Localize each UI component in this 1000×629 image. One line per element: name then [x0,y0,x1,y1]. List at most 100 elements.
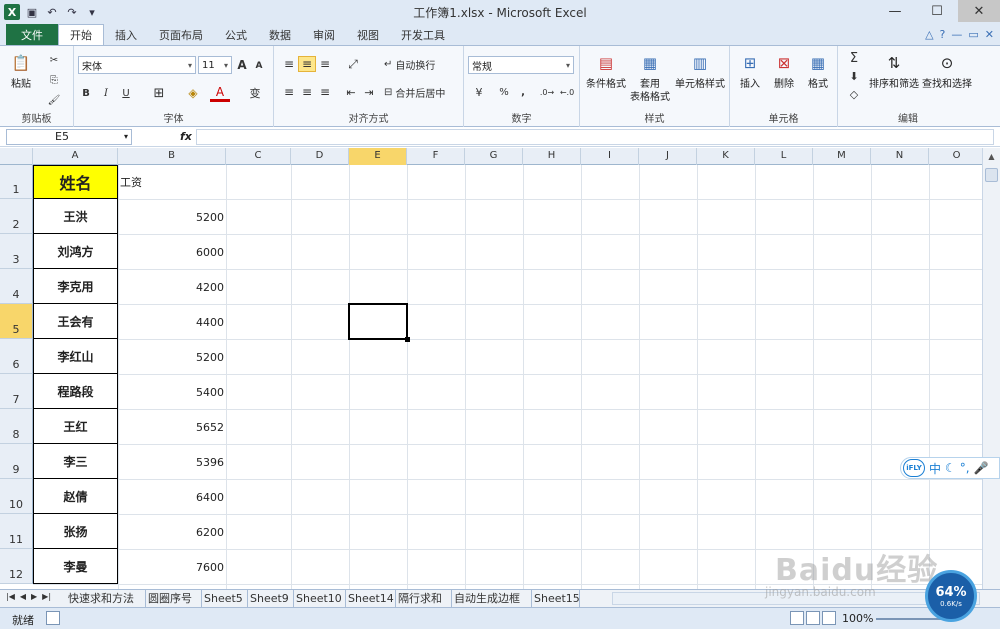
customize-toolbar-icon[interactable]: ▾ [84,4,100,20]
increase-indent-icon[interactable]: ⇥ [360,84,378,100]
column-header-h[interactable]: H [523,148,581,165]
minimize-button[interactable]: — [874,0,916,22]
worksheet-grid[interactable]: 1 姓名 工资 2 王洪 5200 3 刘鸿方 6000 4 李克用 4200 5 王会有 4400 6 李红山… [0,165,982,589]
column-header-k[interactable]: K [697,148,755,165]
align-left-icon[interactable]: ≡ [280,84,298,100]
cut-icon[interactable]: ✂ [44,52,64,68]
comma-button[interactable]: , [516,84,530,100]
name-cell[interactable]: 李三 [33,443,118,479]
wrap-text-button[interactable]: ↵ 自动换行 [384,56,460,72]
doc-minimize-icon[interactable]: — [951,28,962,41]
column-header-o[interactable]: O [929,148,985,165]
tab-formulas[interactable]: 公式 [214,24,258,45]
column-header-n[interactable]: N [871,148,929,165]
excel-logo-icon[interactable]: X [4,4,20,20]
underline-button[interactable]: U [118,84,134,102]
salary-cell[interactable]: 5400 [118,386,226,400]
grow-font-button[interactable]: A [234,56,250,74]
increase-decimal-icon[interactable]: .0→ [538,84,556,100]
tab-page-layout[interactable]: 页面布局 [148,24,214,45]
paste-button[interactable]: 📋 粘贴 [8,50,34,91]
undo-icon[interactable]: ↶ [44,4,60,20]
row-header[interactable]: 3 [0,234,33,269]
decrease-indent-icon[interactable]: ⇤ [342,84,360,100]
column-header-g[interactable]: G [465,148,523,165]
salary-cell[interactable]: 5200 [118,211,226,225]
phonetic-guide-icon[interactable]: 变 [244,84,266,102]
bold-button[interactable]: B [78,84,94,102]
row-header[interactable]: 2 [0,199,33,234]
network-speed-widget[interactable]: 64% 0.6K/s [925,570,977,622]
number-format-select[interactable]: 常规 ▾ [468,56,574,74]
first-sheet-icon[interactable]: |◀ [6,592,15,601]
column-header-c[interactable]: C [226,148,291,165]
shrink-font-button[interactable]: A [252,58,266,74]
sheet-tab[interactable]: Sheet9 [248,590,294,607]
active-cell[interactable] [348,303,410,342]
copy-icon[interactable]: ⎘ [44,72,64,88]
chinese-mode-icon[interactable]: 中 [929,460,941,477]
row-header[interactable]: 6 [0,339,33,374]
row-header[interactable]: 5 [0,304,33,339]
find-select-button[interactable]: ⊙ 查找和选择 [920,50,974,91]
salary-cell[interactable]: 5652 [118,421,226,435]
font-size-select[interactable]: 11 ▾ [198,56,232,74]
help-icon[interactable]: ? [940,28,946,41]
doc-close-icon[interactable]: ✕ [985,28,994,41]
tab-data[interactable]: 数据 [258,24,302,45]
name-cell[interactable]: 王红 [33,408,118,444]
salary-cell[interactable]: 7600 [118,561,226,575]
name-cell[interactable]: 赵倩 [33,478,118,514]
microphone-icon[interactable]: 🎤 [974,461,989,475]
row-header[interactable]: 12 [0,549,33,584]
sheet-tab[interactable]: 圆圈序号 [146,590,202,607]
doc-restore-icon[interactable]: ▭ [968,28,978,41]
zoom-slider[interactable] [876,618,946,620]
column-header-b[interactable]: B [118,148,226,165]
column-header-d[interactable]: D [291,148,349,165]
autosum-icon[interactable]: Σ [842,50,866,66]
page-layout-view-icon[interactable] [806,611,820,625]
ifly-input-toolbar[interactable]: iFLY 中 ☾ °, 🎤 [900,457,1000,479]
row-header[interactable]: 9 [0,444,33,479]
scroll-thumb[interactable] [985,168,998,182]
row-header[interactable]: 1 [0,165,33,199]
salary-cell[interactable]: 4200 [118,281,226,295]
name-cell[interactable]: 王洪 [33,198,118,234]
currency-icon[interactable]: ¥ [468,84,490,100]
next-sheet-icon[interactable]: ▶ [31,592,37,601]
column-header-j[interactable]: J [639,148,697,165]
tab-review[interactable]: 审阅 [302,24,346,45]
page-break-view-icon[interactable] [822,611,836,625]
font-color-icon[interactable]: A [210,84,230,102]
delete-cells-button[interactable]: ⊠ 删除 [768,50,800,91]
align-center-icon[interactable]: ≡ [298,84,316,100]
tab-file[interactable]: 文件 [6,24,58,45]
sheet-tab[interactable]: Sheet14 [346,590,396,607]
sheet-tab[interactable]: Sheet10 [294,590,346,607]
align-middle-icon[interactable]: ≡ [298,56,316,72]
macro-record-icon[interactable] [46,611,60,625]
decrease-decimal-icon[interactable]: ←.0 [558,84,576,100]
fill-icon[interactable]: ⬇ [842,68,866,84]
sheet-tab[interactable]: 自动生成边框 [452,590,532,607]
row-header[interactable]: 10 [0,479,33,514]
sheet-tab[interactable]: 隔行求和 [396,590,452,607]
conditional-formatting-button[interactable]: ▤ 条件格式 [584,50,628,91]
align-right-icon[interactable]: ≡ [316,84,334,100]
insert-function-icon[interactable]: fx [180,130,192,143]
name-cell[interactable]: 李红山 [33,338,118,374]
italic-button[interactable]: I [98,84,114,102]
column-header-a[interactable]: A [33,148,118,165]
sheet-tab[interactable]: Sheet5 [202,590,248,607]
tab-home[interactable]: 开始 [58,24,104,45]
font-name-select[interactable]: 宋体 ▾ [78,56,196,74]
select-all-corner[interactable] [0,148,33,165]
scroll-up-icon[interactable]: ▲ [983,148,1000,165]
name-cell[interactable]: 刘鸿方 [33,233,118,269]
tab-view[interactable]: 视图 [346,24,390,45]
row-header[interactable]: 4 [0,269,33,304]
zoom-level[interactable]: 100% [842,612,873,625]
redo-icon[interactable]: ↷ [64,4,80,20]
salary-cell[interactable]: 6200 [118,526,226,540]
